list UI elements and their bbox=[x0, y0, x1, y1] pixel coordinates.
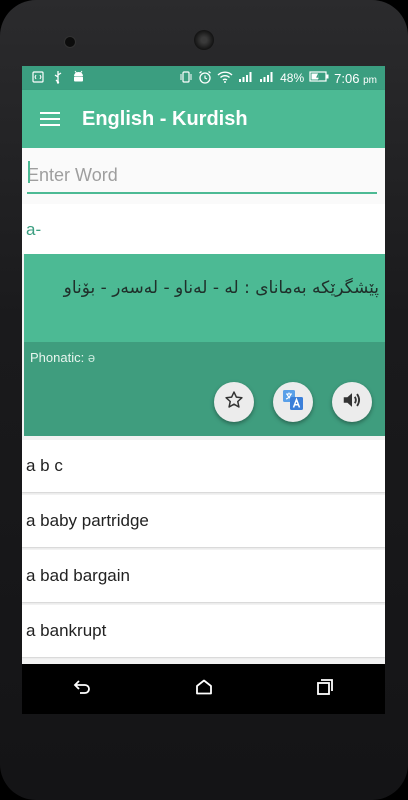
definition-card: پێشگرێکە بەمانای : لە - لەناو - لەسەر - … bbox=[24, 254, 385, 436]
usb-icon bbox=[52, 70, 64, 87]
list-item[interactable]: a bad bargain bbox=[22, 550, 385, 602]
home-icon bbox=[195, 679, 213, 700]
translate-button[interactable] bbox=[273, 382, 313, 422]
android-icon bbox=[72, 70, 85, 86]
definition-text: پێشگرێکە بەمانای : لە - لەناو - لەسەر - … bbox=[63, 278, 379, 298]
screen: 48% 7:06 pm English - Kurdish a- bbox=[22, 66, 385, 714]
list-item[interactable]: a b c bbox=[22, 440, 385, 492]
earpiece-speaker bbox=[194, 30, 214, 50]
star-icon bbox=[224, 390, 244, 415]
selected-word: a- bbox=[26, 220, 42, 239]
list-item-label: a baby partridge bbox=[26, 511, 149, 530]
back-button[interactable] bbox=[63, 669, 103, 709]
selected-word-row[interactable]: a- bbox=[22, 204, 385, 254]
menu-icon[interactable] bbox=[40, 112, 60, 126]
clock-ampm: pm bbox=[363, 74, 377, 86]
phonetic-value: ə bbox=[87, 350, 96, 365]
phonetic-label: Phonatic: bbox=[30, 350, 85, 365]
status-bar: 48% 7:06 pm bbox=[22, 66, 385, 90]
page-title: English - Kurdish bbox=[82, 107, 248, 130]
word-list: a b c a baby partridge a bad bargain a b… bbox=[22, 440, 385, 660]
navigation-bar bbox=[22, 664, 385, 714]
list-item[interactable]: a baby partridge bbox=[22, 495, 385, 547]
alarm-icon bbox=[198, 70, 212, 87]
phone-frame: 48% 7:06 pm English - Kurdish a- bbox=[0, 0, 408, 800]
clock: 7:06 pm bbox=[334, 71, 377, 86]
battery-charging-icon bbox=[309, 71, 329, 85]
wifi-icon bbox=[217, 70, 233, 86]
vibrate-icon bbox=[179, 70, 193, 86]
favorite-button[interactable] bbox=[214, 382, 254, 422]
signal-icon-2 bbox=[259, 71, 275, 86]
code-icon bbox=[32, 70, 44, 86]
back-icon bbox=[73, 679, 93, 700]
recents-icon bbox=[316, 678, 334, 701]
app-bar: English - Kurdish bbox=[22, 90, 385, 148]
list-item[interactable]: a bankrupt bbox=[22, 605, 385, 657]
text-cursor bbox=[28, 161, 30, 183]
signal-icon-1 bbox=[238, 71, 254, 86]
battery-percent: 48% bbox=[280, 71, 305, 85]
recents-button[interactable] bbox=[305, 669, 345, 709]
translate-icon bbox=[281, 388, 305, 417]
list-item-label: a b c bbox=[26, 456, 63, 475]
home-button[interactable] bbox=[184, 669, 224, 709]
volume-icon bbox=[341, 389, 363, 416]
search-input[interactable] bbox=[27, 158, 377, 194]
list-item-label: a bankrupt bbox=[26, 621, 107, 640]
phonetic-panel: Phonatic: ə bbox=[24, 342, 385, 436]
phonetic-line: Phonatic: ə bbox=[30, 350, 95, 365]
list-item-label: a bad bargain bbox=[26, 566, 130, 585]
search-area bbox=[22, 148, 385, 204]
clock-time: 7:06 bbox=[334, 70, 360, 86]
front-camera bbox=[64, 36, 76, 48]
speak-button[interactable] bbox=[332, 382, 372, 422]
